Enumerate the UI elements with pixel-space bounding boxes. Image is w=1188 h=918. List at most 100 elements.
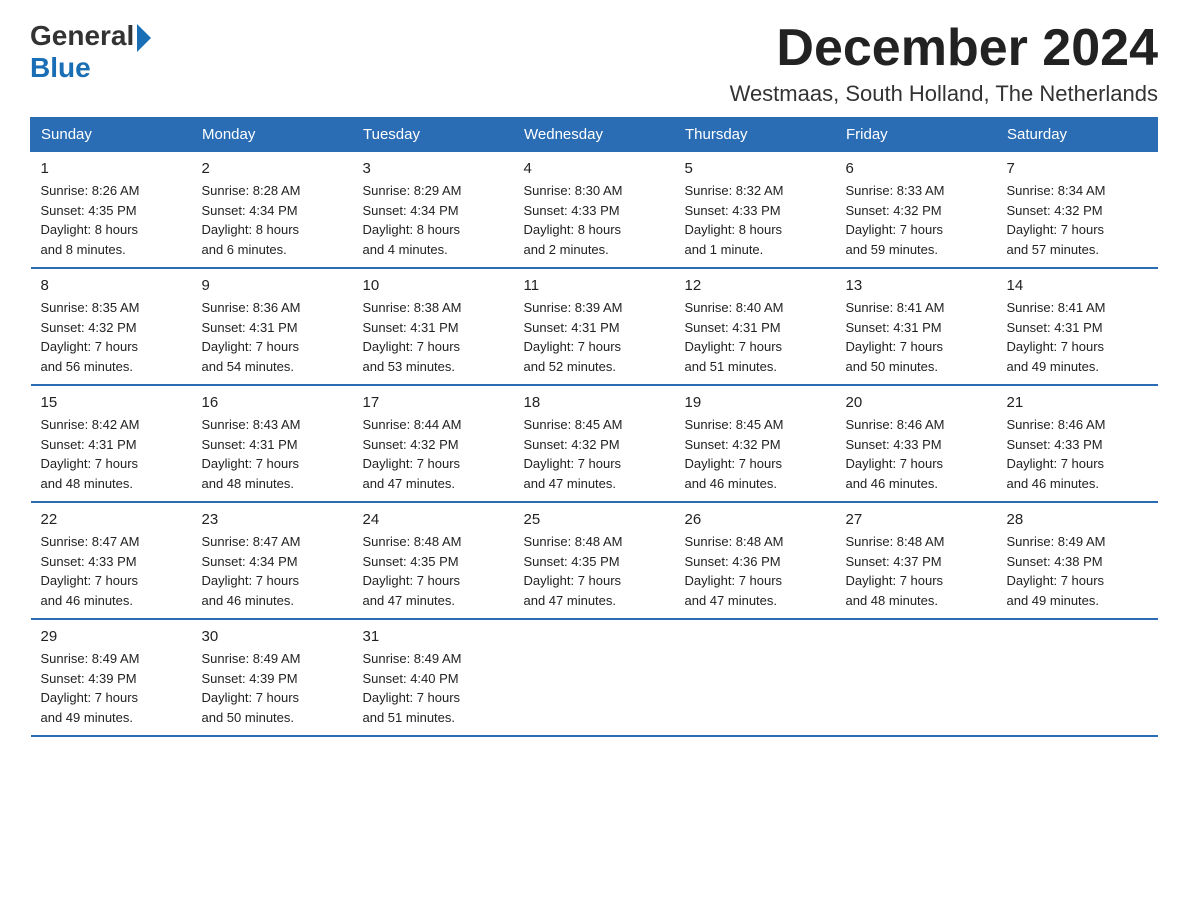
day-number: 6 — [846, 160, 987, 177]
calendar-cell: 11 Sunrise: 8:39 AMSunset: 4:31 PMDaylig… — [514, 268, 675, 385]
day-info: Sunrise: 8:48 AMSunset: 4:35 PMDaylight:… — [524, 532, 665, 610]
calendar-cell: 8 Sunrise: 8:35 AMSunset: 4:32 PMDayligh… — [31, 268, 192, 385]
day-info: Sunrise: 8:44 AMSunset: 4:32 PMDaylight:… — [363, 415, 504, 493]
day-info: Sunrise: 8:49 AMSunset: 4:39 PMDaylight:… — [202, 649, 343, 727]
calendar-cell: 25 Sunrise: 8:48 AMSunset: 4:35 PMDaylig… — [514, 502, 675, 619]
calendar-cell: 24 Sunrise: 8:48 AMSunset: 4:35 PMDaylig… — [353, 502, 514, 619]
day-number: 22 — [41, 511, 182, 528]
calendar-cell: 2 Sunrise: 8:28 AMSunset: 4:34 PMDayligh… — [192, 152, 353, 269]
calendar-cell — [675, 619, 836, 736]
day-number: 12 — [685, 277, 826, 294]
day-number: 10 — [363, 277, 504, 294]
calendar-cell — [836, 619, 997, 736]
calendar-cell: 5 Sunrise: 8:32 AMSunset: 4:33 PMDayligh… — [675, 152, 836, 269]
calendar-header-sunday: Sunday — [31, 118, 192, 152]
calendar-cell: 26 Sunrise: 8:48 AMSunset: 4:36 PMDaylig… — [675, 502, 836, 619]
day-info: Sunrise: 8:47 AMSunset: 4:33 PMDaylight:… — [41, 532, 182, 610]
calendar-cell: 19 Sunrise: 8:45 AMSunset: 4:32 PMDaylig… — [675, 385, 836, 502]
calendar-cell: 13 Sunrise: 8:41 AMSunset: 4:31 PMDaylig… — [836, 268, 997, 385]
day-info: Sunrise: 8:41 AMSunset: 4:31 PMDaylight:… — [846, 298, 987, 376]
calendar-cell: 29 Sunrise: 8:49 AMSunset: 4:39 PMDaylig… — [31, 619, 192, 736]
calendar-cell: 7 Sunrise: 8:34 AMSunset: 4:32 PMDayligh… — [997, 152, 1158, 269]
logo-blue: Blue — [30, 52, 91, 84]
calendar-week-row: 15 Sunrise: 8:42 AMSunset: 4:31 PMDaylig… — [31, 385, 1158, 502]
day-info: Sunrise: 8:47 AMSunset: 4:34 PMDaylight:… — [202, 532, 343, 610]
day-number: 16 — [202, 394, 343, 411]
calendar-header-monday: Monday — [192, 118, 353, 152]
calendar-cell — [514, 619, 675, 736]
calendar-cell: 30 Sunrise: 8:49 AMSunset: 4:39 PMDaylig… — [192, 619, 353, 736]
calendar-cell: 17 Sunrise: 8:44 AMSunset: 4:32 PMDaylig… — [353, 385, 514, 502]
logo-arrow-icon — [137, 24, 151, 52]
calendar-cell: 18 Sunrise: 8:45 AMSunset: 4:32 PMDaylig… — [514, 385, 675, 502]
calendar-cell: 4 Sunrise: 8:30 AMSunset: 4:33 PMDayligh… — [514, 152, 675, 269]
day-info: Sunrise: 8:34 AMSunset: 4:32 PMDaylight:… — [1007, 181, 1148, 259]
day-number: 8 — [41, 277, 182, 294]
calendar-cell: 31 Sunrise: 8:49 AMSunset: 4:40 PMDaylig… — [353, 619, 514, 736]
day-number: 17 — [363, 394, 504, 411]
day-number: 9 — [202, 277, 343, 294]
title-block: December 2024 Westmaas, South Holland, T… — [730, 20, 1158, 107]
day-info: Sunrise: 8:38 AMSunset: 4:31 PMDaylight:… — [363, 298, 504, 376]
day-info: Sunrise: 8:45 AMSunset: 4:32 PMDaylight:… — [685, 415, 826, 493]
day-number: 5 — [685, 160, 826, 177]
day-info: Sunrise: 8:32 AMSunset: 4:33 PMDaylight:… — [685, 181, 826, 259]
calendar-cell: 9 Sunrise: 8:36 AMSunset: 4:31 PMDayligh… — [192, 268, 353, 385]
day-info: Sunrise: 8:46 AMSunset: 4:33 PMDaylight:… — [1007, 415, 1148, 493]
day-number: 19 — [685, 394, 826, 411]
day-info: Sunrise: 8:35 AMSunset: 4:32 PMDaylight:… — [41, 298, 182, 376]
day-info: Sunrise: 8:39 AMSunset: 4:31 PMDaylight:… — [524, 298, 665, 376]
day-info: Sunrise: 8:41 AMSunset: 4:31 PMDaylight:… — [1007, 298, 1148, 376]
calendar-cell: 21 Sunrise: 8:46 AMSunset: 4:33 PMDaylig… — [997, 385, 1158, 502]
day-number: 4 — [524, 160, 665, 177]
calendar-header-row: SundayMondayTuesdayWednesdayThursdayFrid… — [31, 118, 1158, 152]
calendar-table: SundayMondayTuesdayWednesdayThursdayFrid… — [30, 117, 1158, 737]
calendar-cell: 12 Sunrise: 8:40 AMSunset: 4:31 PMDaylig… — [675, 268, 836, 385]
calendar-week-row: 8 Sunrise: 8:35 AMSunset: 4:32 PMDayligh… — [31, 268, 1158, 385]
calendar-week-row: 1 Sunrise: 8:26 AMSunset: 4:35 PMDayligh… — [31, 152, 1158, 269]
calendar-cell: 27 Sunrise: 8:48 AMSunset: 4:37 PMDaylig… — [836, 502, 997, 619]
day-number: 14 — [1007, 277, 1148, 294]
page-header: General Blue December 2024 Westmaas, Sou… — [30, 20, 1158, 107]
calendar-cell — [997, 619, 1158, 736]
day-info: Sunrise: 8:42 AMSunset: 4:31 PMDaylight:… — [41, 415, 182, 493]
calendar-header-friday: Friday — [836, 118, 997, 152]
calendar-header-thursday: Thursday — [675, 118, 836, 152]
day-info: Sunrise: 8:46 AMSunset: 4:33 PMDaylight:… — [846, 415, 987, 493]
day-info: Sunrise: 8:48 AMSunset: 4:37 PMDaylight:… — [846, 532, 987, 610]
day-info: Sunrise: 8:28 AMSunset: 4:34 PMDaylight:… — [202, 181, 343, 259]
day-info: Sunrise: 8:26 AMSunset: 4:35 PMDaylight:… — [41, 181, 182, 259]
day-number: 7 — [1007, 160, 1148, 177]
calendar-cell: 15 Sunrise: 8:42 AMSunset: 4:31 PMDaylig… — [31, 385, 192, 502]
day-info: Sunrise: 8:45 AMSunset: 4:32 PMDaylight:… — [524, 415, 665, 493]
day-number: 25 — [524, 511, 665, 528]
calendar-cell: 22 Sunrise: 8:47 AMSunset: 4:33 PMDaylig… — [31, 502, 192, 619]
day-number: 15 — [41, 394, 182, 411]
logo: General Blue — [30, 20, 151, 84]
calendar-cell: 3 Sunrise: 8:29 AMSunset: 4:34 PMDayligh… — [353, 152, 514, 269]
day-number: 13 — [846, 277, 987, 294]
day-number: 23 — [202, 511, 343, 528]
calendar-week-row: 22 Sunrise: 8:47 AMSunset: 4:33 PMDaylig… — [31, 502, 1158, 619]
day-number: 31 — [363, 628, 504, 645]
calendar-cell: 20 Sunrise: 8:46 AMSunset: 4:33 PMDaylig… — [836, 385, 997, 502]
calendar-header-wednesday: Wednesday — [514, 118, 675, 152]
day-info: Sunrise: 8:48 AMSunset: 4:36 PMDaylight:… — [685, 532, 826, 610]
day-number: 3 — [363, 160, 504, 177]
day-number: 1 — [41, 160, 182, 177]
calendar-week-row: 29 Sunrise: 8:49 AMSunset: 4:39 PMDaylig… — [31, 619, 1158, 736]
day-number: 30 — [202, 628, 343, 645]
day-number: 18 — [524, 394, 665, 411]
day-info: Sunrise: 8:49 AMSunset: 4:40 PMDaylight:… — [363, 649, 504, 727]
calendar-cell: 10 Sunrise: 8:38 AMSunset: 4:31 PMDaylig… — [353, 268, 514, 385]
day-info: Sunrise: 8:29 AMSunset: 4:34 PMDaylight:… — [363, 181, 504, 259]
calendar-header-tuesday: Tuesday — [353, 118, 514, 152]
calendar-cell: 6 Sunrise: 8:33 AMSunset: 4:32 PMDayligh… — [836, 152, 997, 269]
day-number: 24 — [363, 511, 504, 528]
calendar-cell: 23 Sunrise: 8:47 AMSunset: 4:34 PMDaylig… — [192, 502, 353, 619]
day-info: Sunrise: 8:43 AMSunset: 4:31 PMDaylight:… — [202, 415, 343, 493]
day-number: 26 — [685, 511, 826, 528]
day-info: Sunrise: 8:36 AMSunset: 4:31 PMDaylight:… — [202, 298, 343, 376]
day-number: 20 — [846, 394, 987, 411]
day-info: Sunrise: 8:48 AMSunset: 4:35 PMDaylight:… — [363, 532, 504, 610]
